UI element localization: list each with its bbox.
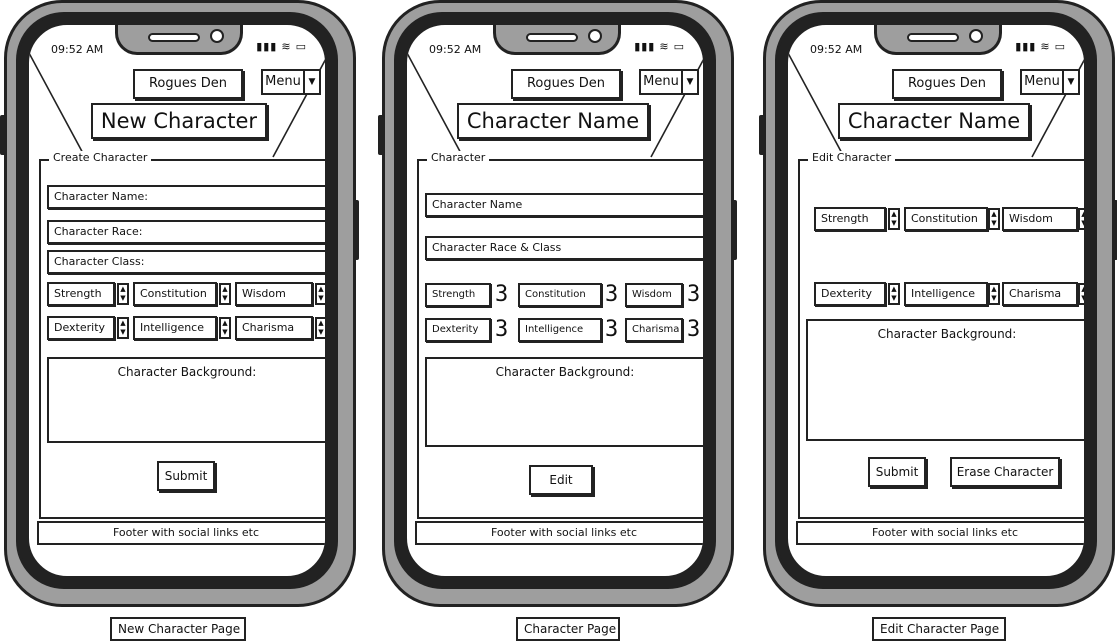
strength-field[interactable]: Strength [47, 282, 115, 306]
caption-edit-character-page: Edit Character Page [872, 617, 1006, 641]
phone-bezel: 09:52 AM ▮▮▮ ≋ ▭ Rogues Den Menu ▼ New Cha… [16, 12, 338, 589]
chevron-down-icon[interactable]: ▼ [303, 69, 321, 95]
intelligence-field[interactable]: Intelligence [133, 316, 217, 340]
background-label: Character Background: [877, 327, 1017, 341]
character-background-display: Character Background: [425, 357, 703, 447]
constitution-label: Constitution [518, 283, 602, 307]
character-class-field[interactable]: Character Class: [47, 250, 325, 274]
wisdom-spinner[interactable]: ▲▼ [1078, 208, 1084, 230]
menu-button[interactable]: Menu [639, 69, 683, 95]
phone-bezel: 09:52 AM ▮▮▮ ≋ ▭ Rogues Den Menu ▼ Charact… [394, 12, 716, 589]
dexterity-field[interactable]: Dexterity [47, 316, 115, 340]
dexterity-field[interactable]: Dexterity [814, 282, 886, 306]
background-label: Character Background: [495, 365, 635, 379]
constitution-field[interactable]: Constitution [904, 207, 988, 231]
submit-button[interactable]: Submit [868, 457, 926, 487]
menu-button[interactable]: Menu [261, 69, 305, 95]
intelligence-field[interactable]: Intelligence [904, 282, 988, 306]
create-character-form: Create Character Character Name: Charact… [39, 151, 325, 519]
character-background-textarea[interactable]: Character Background: [806, 319, 1084, 441]
strength-spinner[interactable]: ▲ ▼ [117, 283, 129, 305]
strength-spinner[interactable]: ▲ ▼ [888, 208, 900, 230]
footer: Footer with social links etc [37, 521, 325, 545]
charisma-spinner[interactable]: ▲▼ [1078, 283, 1084, 305]
form-legend: Character [427, 151, 490, 164]
wisdom-label: Wisdom [625, 283, 683, 307]
dexterity-value: 3 [495, 317, 509, 342]
constitution-spinner[interactable]: ▲ ▼ [988, 208, 1000, 230]
page-title: Character Name [457, 103, 649, 139]
phone-screen: 09:52 AM ▮▮▮ ≋ ▭ Rogues Den Menu ▼ Charact… [786, 23, 1086, 578]
wisdom-field[interactable]: Wisdom [235, 282, 313, 306]
intelligence-spinner[interactable]: ▲ ▼ [988, 283, 1000, 305]
character-name-field[interactable]: Character Name: [47, 185, 325, 209]
form-legend: Create Character [49, 151, 152, 164]
character-background-textarea[interactable]: Character Background: [47, 357, 325, 443]
charisma-value: 3 [687, 317, 701, 342]
phone-screen: 09:52 AM ▮▮▮ ≋ ▭ Rogues Den Menu ▼ Charact… [405, 23, 705, 578]
chevron-down-icon[interactable]: ▼ [681, 69, 699, 95]
wisdom-value: 3 [687, 282, 701, 307]
edit-button[interactable]: Edit [529, 465, 593, 495]
dexterity-label: Dexterity [425, 318, 491, 342]
brand-button[interactable]: Rogues Den [133, 69, 243, 99]
dexterity-spinner[interactable]: ▲ ▼ [117, 317, 129, 339]
dexterity-spinner[interactable]: ▲ ▼ [888, 283, 900, 305]
charisma-label: Charisma [625, 318, 683, 342]
constitution-spinner[interactable]: ▲ ▼ [219, 283, 231, 305]
character-race-field[interactable]: Character Race: [47, 220, 325, 244]
charisma-field[interactable]: Charisma [1002, 282, 1078, 306]
page-title: Character Name [838, 103, 1030, 139]
brand-button[interactable]: Rogues Den [511, 69, 621, 99]
form-legend: Edit Character [808, 151, 896, 164]
intelligence-label: Intelligence [518, 318, 602, 342]
wisdom-field[interactable]: Wisdom [1002, 207, 1078, 231]
charisma-spinner[interactable]: ▲▼ [315, 317, 325, 339]
brand-button[interactable]: Rogues Den [892, 69, 1002, 99]
constitution-field[interactable]: Constitution [133, 282, 217, 306]
background-label: Character Background: [117, 365, 257, 379]
erase-character-button[interactable]: Erase Character [950, 457, 1060, 487]
submit-button[interactable]: Submit [157, 461, 215, 491]
phone-bezel: 09:52 AM ▮▮▮ ≋ ▭ Rogues Den Menu ▼ Charact… [775, 12, 1097, 589]
footer: Footer with social links etc [796, 521, 1084, 545]
footer: Footer with social links etc [415, 521, 703, 545]
placeholder-line [788, 52, 845, 158]
character-details: Character Character Name Character Race … [417, 151, 703, 519]
page-title: New Character [91, 103, 267, 139]
character-name-display: Character Name [425, 193, 703, 217]
placeholder-line [407, 52, 464, 158]
strength-label: Strength [425, 283, 491, 307]
charisma-field[interactable]: Charisma [235, 316, 313, 340]
character-race-class-display: Character Race & Class [425, 236, 703, 260]
menu-button[interactable]: Menu [1020, 69, 1064, 95]
intelligence-value: 3 [605, 317, 619, 342]
placeholder-line [29, 52, 86, 158]
caption-new-character-page: New Character Page [110, 617, 246, 641]
strength-value: 3 [495, 282, 509, 307]
phone-screen: 09:52 AM ▮▮▮ ≋ ▭ Rogues Den Menu ▼ New Cha… [27, 23, 327, 578]
edit-character-form: Edit Character Strength ▲ ▼ Constitution … [798, 151, 1084, 519]
constitution-value: 3 [605, 282, 619, 307]
intelligence-spinner[interactable]: ▲ ▼ [219, 317, 231, 339]
strength-field[interactable]: Strength [814, 207, 886, 231]
caption-character-page: Character Page [516, 617, 620, 641]
chevron-down-icon[interactable]: ▼ [1062, 69, 1080, 95]
wisdom-spinner[interactable]: ▲▼ [315, 283, 325, 305]
